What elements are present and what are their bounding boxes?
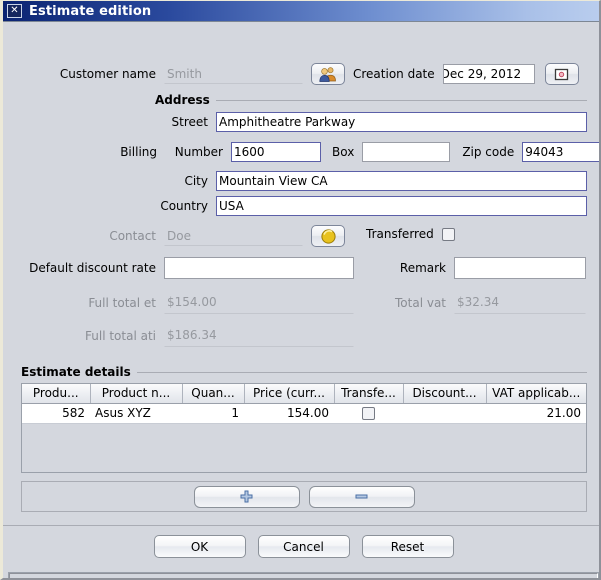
address-section-rule	[215, 99, 587, 101]
users-icon	[319, 67, 336, 82]
calendar-icon	[555, 68, 569, 80]
ok-button[interactable]: OK	[153, 535, 246, 558]
remark-label: Remark	[399, 261, 446, 275]
customer-name-input[interactable]: Smith	[164, 64, 303, 84]
full-total-et-label: Full total et	[88, 296, 156, 310]
calendar-icon-button[interactable]	[544, 63, 579, 85]
cell-vat[interactable]: 21.00	[486, 403, 586, 424]
default-discount-rate-row: Default discount rate	[19, 257, 354, 279]
contact-label: Contact	[109, 229, 156, 243]
row-transferred-checkbox[interactable]	[362, 407, 375, 420]
column-header-quantity[interactable]: Quan...	[182, 384, 245, 404]
dialog-button-bar: OK Cancel Reset	[3, 535, 599, 558]
window-titlebar: ✕ Estimate edition	[3, 1, 599, 22]
number-label: Number	[174, 145, 223, 159]
number-input[interactable]: 1600	[231, 142, 321, 162]
column-header-product-id[interactable]: Produ...	[22, 384, 91, 404]
zip-code-label: Zip code	[462, 145, 515, 159]
cell-transferred[interactable]	[334, 403, 403, 424]
remark-input[interactable]	[454, 257, 586, 279]
customer-name-row: Customer name Smith	[53, 63, 345, 85]
full-total-ati-value: $186.34	[164, 325, 354, 347]
transferred-checkbox[interactable]	[441, 227, 455, 241]
estimate-details-section-title: Estimate details	[21, 365, 131, 379]
cell-quantity[interactable]: 1	[182, 403, 244, 424]
default-discount-rate-label: Default discount rate	[29, 261, 156, 275]
column-header-discount[interactable]: Discount...	[403, 384, 487, 404]
remove-row-button[interactable]	[308, 485, 415, 508]
total-vat-value: $32.34	[454, 292, 586, 314]
estimate-edition-window: ✕ Estimate edition Customer name Smith C…	[0, 0, 601, 580]
box-label: Box	[332, 145, 355, 159]
street-label: Street	[171, 115, 208, 129]
remark-row: Remark	[388, 257, 586, 279]
cell-product-name[interactable]: Asus XYZ	[90, 403, 182, 424]
city-input[interactable]: Mountain View CA	[216, 171, 587, 191]
add-row-button[interactable]	[193, 485, 300, 508]
person-circle-icon	[320, 228, 336, 244]
full-total-ati-row: Full total ati $186.34	[19, 325, 354, 347]
street-row: Street Amphitheatre Parkway	[103, 112, 587, 132]
box-input[interactable]	[362, 142, 451, 162]
table-header-row: Produ... Product n... Quan... Price (cur…	[22, 384, 586, 404]
full-total-ati-label: Full total ati	[85, 329, 156, 343]
users-icon-button[interactable]	[311, 63, 345, 85]
creation-date-label: Creation date	[353, 67, 435, 81]
full-total-et-value: $154.00	[164, 292, 354, 314]
table-row[interactable]: 582 Asus XYZ 1 154.00 21.00	[22, 403, 586, 424]
reset-button[interactable]: Reset	[361, 535, 454, 558]
column-header-product-name[interactable]: Product n...	[90, 384, 183, 404]
column-header-vat[interactable]: VAT applicab...	[486, 384, 586, 404]
transferred-row: Transferred	[366, 227, 455, 241]
column-header-transferred[interactable]: Transfe...	[334, 384, 404, 404]
total-vat-label: Total vat	[395, 296, 446, 310]
status-bar	[8, 572, 599, 578]
billing-row: Billing Number 1600 Box Zip code 94043	[109, 142, 599, 162]
close-x-icon[interactable]: ✕	[7, 4, 22, 18]
minus-icon	[355, 494, 368, 499]
dialog-content: Customer name Smith Creation date Dec 29…	[3, 22, 599, 578]
transferred-label: Transferred	[366, 227, 434, 241]
default-discount-rate-input[interactable]	[164, 257, 354, 279]
button-bar-separator	[3, 525, 599, 526]
person-circle-icon-button[interactable]	[311, 225, 345, 247]
plus-icon	[240, 490, 253, 503]
cancel-button[interactable]: Cancel	[257, 535, 350, 558]
city-label: City	[184, 174, 208, 188]
creation-date-input[interactable]: Dec 29, 2012	[442, 64, 535, 84]
address-section-header: Address	[155, 93, 587, 107]
address-section-title: Address	[155, 93, 210, 107]
creation-date-row: Creation date Dec 29, 2012	[353, 63, 579, 85]
row-actions-panel	[21, 481, 587, 512]
estimate-details-table[interactable]: Produ... Product n... Quan... Price (cur…	[21, 383, 587, 473]
country-input[interactable]: USA	[216, 196, 587, 216]
estimate-details-section-header: Estimate details	[21, 365, 587, 379]
cell-price[interactable]: 154.00	[244, 403, 334, 424]
city-row: City Mountain View CA	[103, 171, 587, 191]
total-vat-row: Total vat $32.34	[366, 292, 586, 314]
country-label: Country	[160, 199, 208, 213]
customer-name-label: Customer name	[59, 67, 156, 81]
contact-input[interactable]: Doe	[164, 226, 303, 246]
street-input[interactable]: Amphitheatre Parkway	[216, 112, 587, 132]
cell-discount[interactable]	[403, 403, 486, 424]
estimate-details-section-rule	[136, 371, 587, 373]
column-header-price[interactable]: Price (curr...	[244, 384, 335, 404]
full-total-et-row: Full total et $154.00	[19, 292, 354, 314]
billing-label: Billing	[120, 145, 157, 159]
cell-product-id[interactable]: 582	[22, 403, 90, 424]
zip-code-input[interactable]: 94043	[522, 142, 599, 162]
window-title: Estimate edition	[29, 3, 152, 19]
contact-row: Contact Doe	[53, 225, 345, 247]
country-row: Country USA	[103, 196, 587, 216]
